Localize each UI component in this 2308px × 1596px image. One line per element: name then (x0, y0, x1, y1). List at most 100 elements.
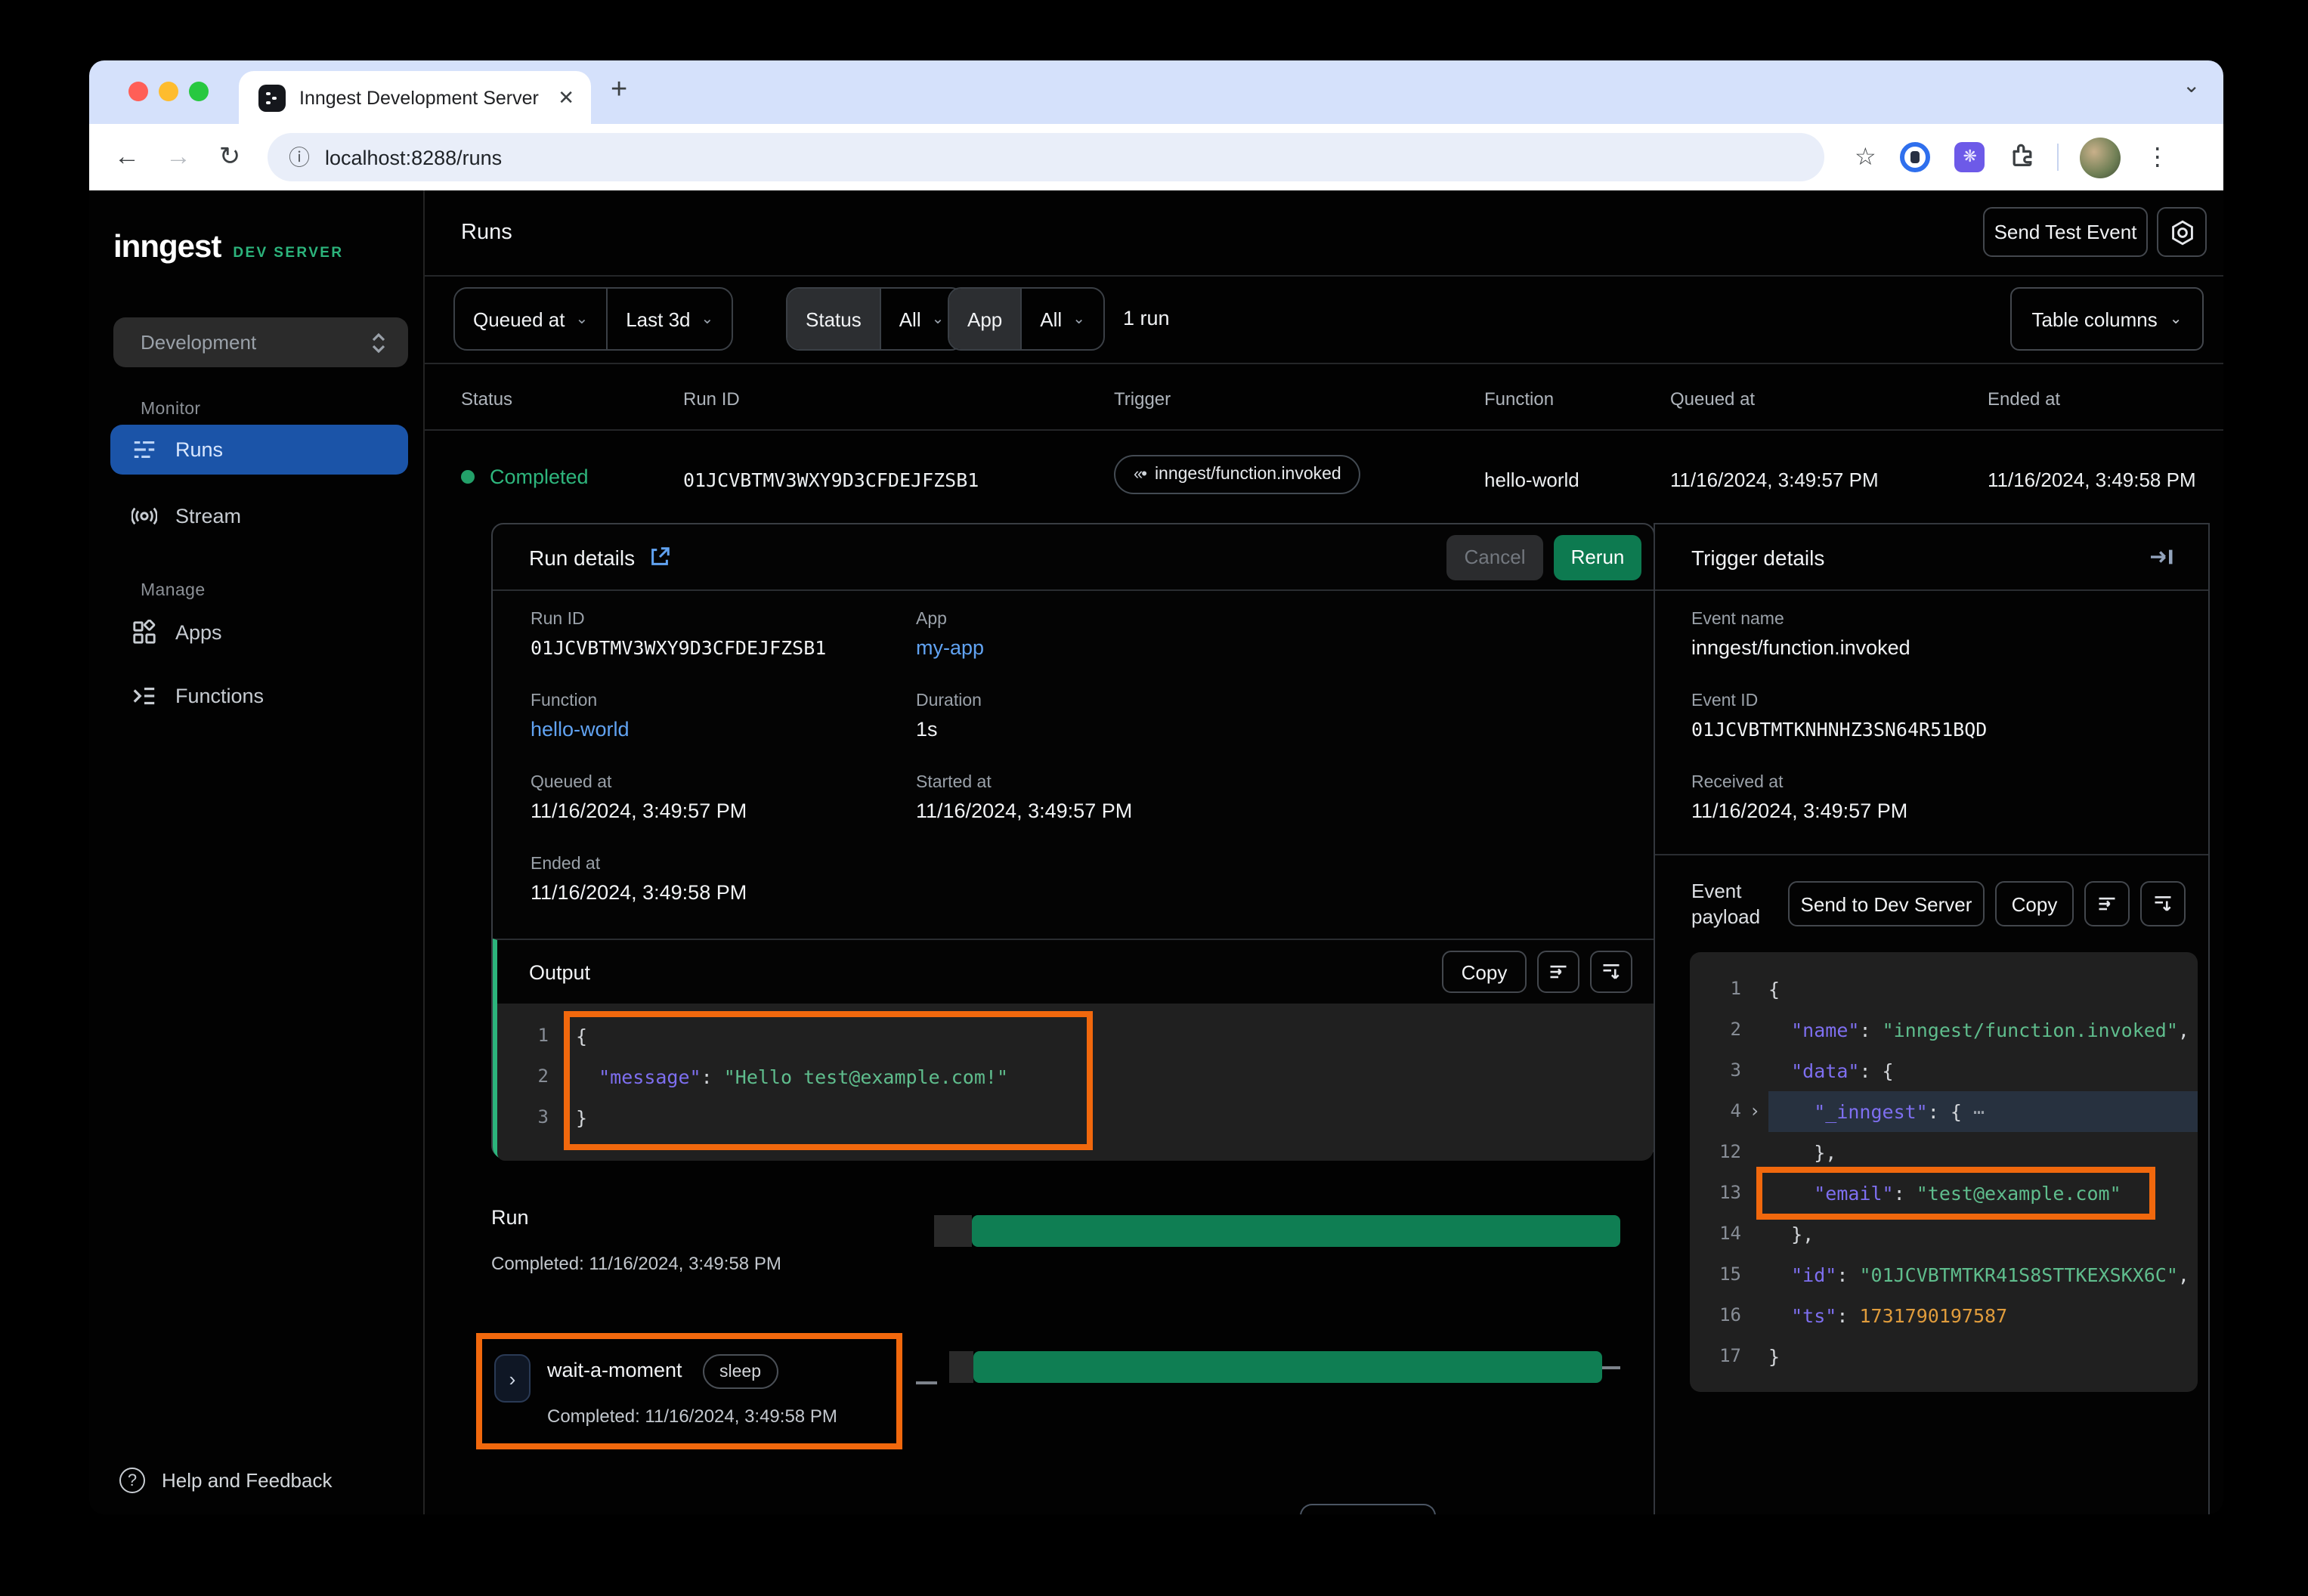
code-text: "message": "Hello test@example.com!" (576, 1056, 1008, 1097)
dev-server-badge: DEV SERVER (233, 245, 343, 261)
timeline-run-bar[interactable] (972, 1215, 1620, 1247)
sidebar-item-stream[interactable]: Stream (110, 491, 408, 541)
profile-avatar[interactable] (2081, 137, 2121, 178)
code-line: 14 }, (1690, 1214, 2198, 1254)
column-header-trigger[interactable]: Trigger (1114, 388, 1171, 410)
expand-line-icon[interactable]: › (1741, 1091, 1768, 1132)
event-payload-code-block[interactable]: 1{2 "name": "inngest/function.invoked",3… (1690, 952, 2198, 1392)
trigger-details-panel: Trigger details Event name inngest/funct… (1654, 523, 2210, 1514)
sidebar-item-runs[interactable]: Runs (110, 425, 408, 475)
collapse-panel-icon[interactable] (2149, 546, 2175, 568)
password-manager-extension-icon[interactable] (1901, 142, 1931, 172)
help-and-feedback[interactable]: ? Help and Feedback (119, 1468, 333, 1493)
app-link[interactable]: my-app (916, 636, 984, 659)
send-to-dev-server-button[interactable]: Send to Dev Server (1788, 881, 1985, 926)
code-line: 17} (1690, 1336, 2198, 1377)
started-at-value: 11/16/2024, 3:49:57 PM (916, 800, 1132, 822)
rerun-button[interactable]: Rerun (1554, 534, 1641, 580)
scroll-to-bottom-button[interactable] (2140, 881, 2186, 926)
code-line: 16 "ts": 1731790197587 (1690, 1295, 2198, 1336)
forward-icon[interactable]: → (153, 142, 204, 172)
window-minimize-button[interactable] (159, 82, 178, 101)
partial-bottom-button[interactable] (1300, 1504, 1436, 1514)
chev-spacer (1741, 1214, 1768, 1254)
word-wrap-icon (1548, 961, 1569, 982)
main-content: Runs Send Test Event Queued at⌄ Last 3d⌄ (425, 190, 2223, 1514)
reload-icon[interactable]: ↻ (204, 142, 255, 172)
external-link-icon[interactable] (648, 546, 671, 568)
timeline-step-bar[interactable] (973, 1351, 1602, 1383)
sidebar-item-apps[interactable]: Apps (110, 608, 408, 657)
tab-close-icon[interactable]: ✕ (558, 85, 574, 110)
send-test-event-button[interactable]: Send Test Event (1983, 207, 2148, 257)
code-line: 1{ (1690, 969, 2198, 1010)
settings-gear-button[interactable] (2157, 207, 2207, 257)
queued-at-label: Queued at (531, 774, 611, 792)
output-header: Output Copy (497, 940, 1654, 1004)
tab-overflow-icon[interactable]: ⌄ (2183, 73, 2200, 98)
run-row-function[interactable]: hello-world (1484, 469, 1579, 491)
window-close-button[interactable] (128, 82, 148, 101)
trigger-details-title: Trigger details (1691, 545, 2149, 569)
select-chevrons-icon (370, 330, 387, 354)
chev-spacer (549, 1016, 576, 1056)
extension-icon-purple[interactable]: ❋ (1955, 142, 1985, 172)
line-number: 12 (1690, 1132, 1741, 1173)
column-header-status[interactable]: Status (461, 388, 512, 410)
timeline-run-label[interactable]: Run (491, 1206, 529, 1229)
bookmark-star-icon[interactable]: ☆ (1855, 142, 1876, 172)
line-number: 4 (1690, 1091, 1741, 1132)
gear-icon (2168, 218, 2195, 246)
column-header-run-id[interactable]: Run ID (683, 388, 740, 410)
window-zoom-button[interactable] (189, 82, 209, 101)
column-header-queued-at[interactable]: Queued at (1670, 388, 1755, 410)
browser-tab-strip: Inngest Development Server ✕ + ⌄ (89, 60, 2223, 124)
app-filter-value[interactable]: All⌄ (1020, 289, 1103, 349)
word-wrap-icon (2096, 893, 2118, 914)
help-question-icon: ? (119, 1468, 145, 1493)
environment-select[interactable]: Development (113, 317, 408, 367)
function-link[interactable]: hello-world (531, 718, 630, 741)
code-text: { (576, 1016, 587, 1056)
line-number: 1 (1690, 969, 1741, 1010)
code-text: }, (1768, 1132, 1836, 1173)
chev-spacer (1741, 1295, 1768, 1336)
cancel-button[interactable]: Cancel (1446, 534, 1543, 580)
line-number: 14 (1690, 1214, 1741, 1254)
column-header-function[interactable]: Function (1484, 388, 1554, 410)
run-row-id[interactable]: 01JCVBTMV3WXY9D3CFDEJFZSB1 (683, 469, 979, 491)
output-section: Output Copy (493, 939, 1654, 1159)
table-columns-button[interactable]: Table columns⌄ (2010, 287, 2204, 351)
new-tab-button[interactable]: + (611, 74, 627, 107)
browser-menu-icon[interactable]: ⋮ (2146, 142, 2170, 172)
extensions-puzzle-icon[interactable] (2009, 140, 2037, 175)
site-info-icon[interactable]: ⓘ (289, 142, 310, 172)
run-row-status[interactable]: Completed (461, 466, 589, 488)
environment-select-value: Development (141, 331, 370, 354)
chev-spacer (1741, 1010, 1768, 1050)
code-line: 13 "email": "test@example.com" (1690, 1173, 2198, 1214)
scroll-to-bottom-button[interactable] (1590, 951, 1632, 993)
line-number: 3 (1690, 1050, 1741, 1091)
sidebar-item-functions[interactable]: Functions (110, 671, 408, 721)
back-icon[interactable]: ← (101, 142, 153, 172)
output-code-block[interactable]: 1{2 "message": "Hello test@example.com!"… (497, 1004, 1654, 1161)
copy-output-button[interactable]: Copy (1442, 951, 1527, 993)
code-line: 2 "message": "Hello test@example.com!" (497, 1056, 1654, 1097)
trigger-details-header: Trigger details (1655, 524, 2208, 591)
line-number: 2 (497, 1056, 549, 1097)
url-bar[interactable]: ⓘ localhost:8288/runs (268, 133, 1824, 181)
queued-at-filter[interactable]: Queued at⌄ (455, 289, 606, 349)
step-name[interactable]: wait-a-moment (547, 1359, 682, 1381)
word-wrap-button[interactable] (1537, 951, 1579, 993)
column-header-ended-at[interactable]: Ended at (1988, 388, 2060, 410)
trigger-badge[interactable]: «• inngest/function.invoked (1114, 455, 1361, 494)
copy-payload-button[interactable]: Copy (1995, 881, 2074, 926)
browser-tab[interactable]: Inngest Development Server ✕ (239, 71, 591, 124)
time-range-filter[interactable]: Last 3d⌄ (606, 289, 732, 349)
event-payload-header: Event payload Send to Dev Server Copy (1655, 854, 2208, 952)
url-text[interactable]: localhost:8288/runs (325, 146, 502, 169)
code-text: "id": "01JCVBTMTKR41S8STTKEXSKX6C", (1768, 1254, 2189, 1295)
word-wrap-button[interactable] (2084, 881, 2130, 926)
step-expand-button[interactable]: › (494, 1354, 531, 1403)
